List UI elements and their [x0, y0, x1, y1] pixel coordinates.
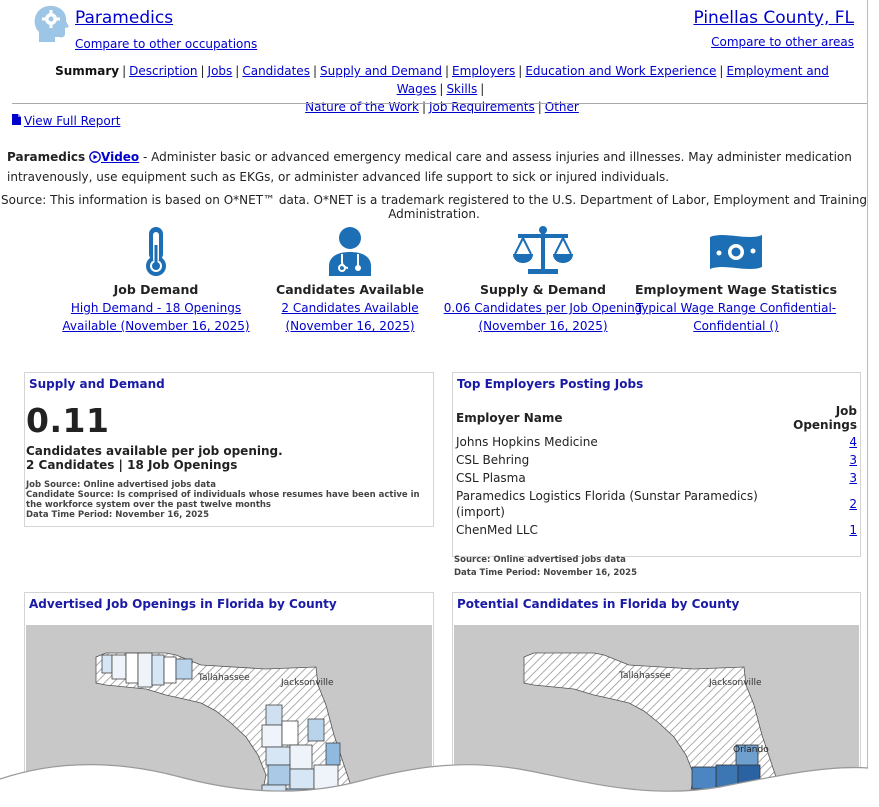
employers-source-note: Source: Online advertised jobs data	[454, 555, 626, 565]
panel-title: Advertised Job Openings in Florida by Co…	[29, 597, 337, 611]
torn-edge	[0, 763, 879, 807]
nav-item-description[interactable]: Description	[129, 64, 197, 78]
table-row: CSL Behring 3	[453, 451, 860, 469]
video-link[interactable]: Video	[101, 150, 139, 164]
stat-title: Candidates Available	[276, 282, 424, 297]
employers-table: Employer Name Job Openings Johns Hopkins…	[453, 403, 860, 539]
candidates-openings-count: 2 Candidates | 18 Job Openings	[26, 458, 238, 472]
openings-link[interactable]: 2	[849, 497, 857, 511]
panel-title: Top Employers Posting Jobs	[457, 377, 644, 391]
thermometer-icon	[51, 225, 261, 277]
map-label: Tallahassee	[197, 673, 250, 683]
area-title-link[interactable]: Pinellas County, FL	[693, 8, 854, 28]
col-employer-name: Employer Name	[456, 411, 563, 425]
openings-link[interactable]: 1	[849, 523, 857, 537]
nav-item-supply-demand[interactable]: Supply and Demand	[320, 64, 442, 78]
occupation-title-link[interactable]: Paramedics	[75, 8, 173, 28]
view-full-report-link[interactable]: View Full Report	[24, 114, 120, 128]
page: Paramedics Compare to other occupations …	[0, 0, 868, 807]
table-row: Johns Hopkins Medicine 4	[453, 433, 860, 451]
stat-supply-demand: Supply & Demand 0.06 Candidates per Job …	[438, 225, 648, 335]
wage-stats-link[interactable]: Typical Wage Range Confidential- Confiden…	[631, 299, 841, 335]
head-gear-icon	[33, 4, 69, 44]
employer-name: Paramedics Logistics Florida (Sunstar Pa…	[456, 489, 758, 519]
supply-demand-link[interactable]: 0.06 Candidates per Job Opening (November…	[438, 299, 648, 335]
play-circle-icon[interactable]	[89, 150, 101, 168]
supply-demand-panel: Supply and Demand 0.11 Candidates availa…	[24, 372, 434, 527]
panel-title: Supply and Demand	[29, 377, 165, 391]
occupation-description: Paramedics Video - Administer basic or a…	[7, 148, 857, 186]
employer-name: CSL Behring	[456, 453, 530, 467]
table-row: CSL Plasma 3	[453, 469, 860, 487]
nav-item-skills[interactable]: Skills	[446, 82, 477, 96]
employers-data-period: Data Time Period: November 16, 2025	[454, 568, 638, 578]
stat-title: Job Demand	[113, 282, 199, 297]
view-full-report[interactable]: View Full Report	[12, 114, 120, 128]
nav-item-candidates[interactable]: Candidates	[242, 64, 310, 78]
compare-occupations-link[interactable]: Compare to other occupations	[75, 37, 257, 51]
compare-areas-link[interactable]: Compare to other areas	[711, 35, 854, 49]
scales-icon	[438, 225, 648, 277]
map-label: Tallahassee	[618, 671, 671, 681]
openings-link[interactable]: 4	[849, 435, 857, 449]
top-employers-panel: Top Employers Posting Jobs Employer Name…	[452, 372, 861, 578]
doctor-icon	[245, 225, 455, 277]
job-source-note: Job Source: Online advertised jobs data	[26, 480, 216, 490]
nav-item-summary: Summary	[55, 64, 120, 78]
openings-link[interactable]: 3	[849, 471, 857, 485]
divider	[12, 103, 867, 104]
openings-link[interactable]: 3	[849, 453, 857, 467]
map-label: Jacksonville	[280, 678, 334, 688]
section-nav: Summary | Description | Jobs | Candidates | Supp…	[55, 64, 829, 114]
map-label: Jacksonville	[708, 678, 762, 688]
job-demand-link[interactable]: High Demand - 18 Openings Available (Nove…	[51, 299, 261, 335]
col-job-openings: Job Openings	[793, 404, 857, 432]
nav-item-employers[interactable]: Employers	[452, 64, 515, 78]
data-period-note: Data Time Period: November 16, 2025	[26, 510, 210, 520]
employer-name: ChenMed LLC	[456, 523, 538, 537]
nav-item-education[interactable]: Education and Work Experience	[525, 64, 716, 78]
employer-name: Johns Hopkins Medicine	[456, 435, 598, 449]
description-occupation: Paramedics	[7, 150, 86, 164]
money-icon	[631, 225, 841, 277]
nav-item-jobs[interactable]: Jobs	[208, 64, 233, 78]
stat-wages: Employment Wage Statistics Typical Wage …	[631, 225, 841, 335]
candidates-link[interactable]: 2 Candidates Available (November 16, 2025…	[245, 299, 455, 335]
table-header-row: Employer Name Job Openings	[453, 403, 860, 433]
candidates-per-opening-value: 0.11	[26, 401, 110, 440]
table-row: Paramedics Logistics Florida (Sunstar Pa…	[453, 487, 860, 521]
panel-title: Potential Candidates in Florida by Count…	[457, 597, 740, 611]
employer-name: CSL Plasma	[456, 471, 526, 485]
stat-title: Employment Wage Statistics	[634, 282, 838, 297]
candidate-source-note: Candidate Source: Is comprised of indivi…	[26, 490, 420, 510]
onet-source: Source: This information is based on O*N…	[1, 193, 867, 221]
document-icon	[12, 114, 21, 128]
stat-candidates: Candidates Available 2 Candidates Availa…	[245, 225, 455, 335]
stat-job-demand: Job Demand High Demand - 18 Openings Avai…	[51, 225, 261, 335]
stat-title: Supply & Demand	[480, 282, 606, 297]
table-row: ChenMed LLC 1	[453, 521, 860, 539]
ratio-caption: Candidates available per job opening.	[26, 444, 283, 458]
